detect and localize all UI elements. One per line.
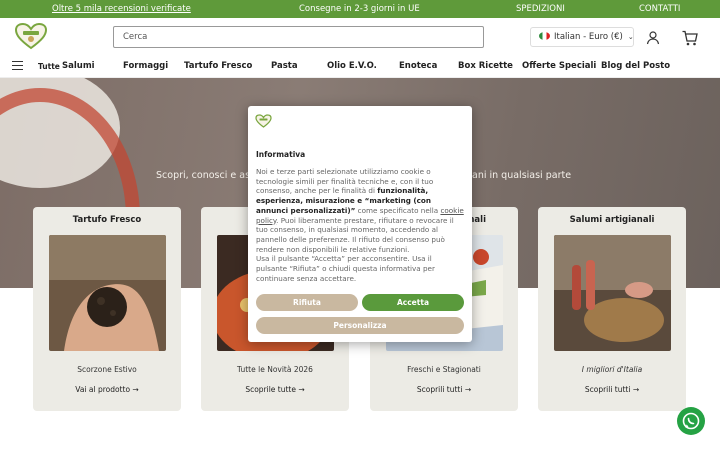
italy-flag-icon (539, 32, 550, 40)
arrow-right-icon: → (464, 385, 472, 394)
nav-item-blog[interactable]: Blog del Posto (601, 61, 670, 71)
language-label: Italian - Euro (€) (554, 32, 623, 42)
nav-item-box-ricette[interactable]: Box Ricette (458, 61, 513, 71)
modal-body: Noi e terze parti selezionate utilizziam… (256, 167, 464, 283)
modal-title: Informativa (256, 150, 306, 159)
nav-item-olio[interactable]: Olio E.V.O. (327, 61, 377, 71)
logo-heart-icon (255, 113, 272, 129)
hero-tagline-start: Scopri, conosci e ass (156, 170, 255, 181)
main-nav: Tutte Salumi Formaggi Tartufo Fresco Pas… (0, 56, 720, 78)
top-bar: Oltre 5 mila recensioni verificate Conse… (0, 0, 720, 18)
delivery-info: Consegne in 2-3 giorni in UE (299, 4, 420, 14)
arrow-right-icon: → (632, 385, 640, 394)
search-input[interactable]: Cerca (113, 26, 484, 48)
category-card-salumi[interactable]: Salumi artigianali I migliori d'Italia S… (538, 207, 686, 411)
user-icon[interactable] (645, 30, 661, 46)
card-subtitle: I migliori d'Italia (581, 365, 643, 374)
reviews-link[interactable]: Oltre 5 mila recensioni verificate (52, 4, 191, 14)
hamburger-icon[interactable] (12, 61, 23, 71)
reject-button[interactable]: Rifiuta (256, 294, 358, 311)
nav-item-pasta[interactable]: Pasta (271, 61, 298, 71)
nav-item-tartufo[interactable]: Tartufo Fresco (184, 61, 252, 71)
cart-icon[interactable] (681, 29, 699, 47)
cookie-consent-modal: Informativa Noi e terze parti selezionat… (248, 106, 472, 342)
card-link[interactable]: Scoprile tutte → (201, 385, 349, 394)
nav-item-offerte[interactable]: Offerte Speciali (522, 61, 596, 71)
card-image (554, 235, 671, 351)
whatsapp-icon[interactable] (677, 407, 705, 435)
card-title: Tartufo Fresco (72, 215, 142, 225)
card-link[interactable]: Vai al prodotto → (33, 385, 181, 394)
nav-item-formaggi[interactable]: Formaggi (123, 61, 168, 71)
card-link[interactable]: Scoprili tutti → (370, 385, 518, 394)
nav-item-enoteca[interactable]: Enoteca (399, 61, 437, 71)
language-currency-selector[interactable]: Italian - Euro (€) ⌄ (530, 27, 634, 47)
hero-tagline-end: ani in qualsiasi parte (472, 170, 572, 181)
logo-heart-icon[interactable] (14, 22, 48, 50)
arrow-right-icon: → (298, 385, 305, 394)
nav-all[interactable]: Tutte (38, 62, 60, 71)
arrow-right-icon: → (132, 385, 139, 394)
card-link[interactable]: Scoprili tutti → (538, 385, 686, 394)
card-title: Salumi artigianali (569, 215, 655, 225)
accept-button[interactable]: Accetta (362, 294, 464, 311)
customize-button[interactable]: Personalizza (256, 317, 464, 334)
card-image (49, 235, 166, 351)
category-card-tartufo[interactable]: Tartufo Fresco Scorzone Estivo Vai al pr… (33, 207, 181, 411)
header: Cerca Italian - Euro (€) ⌄ (0, 18, 720, 56)
card-subtitle: Tutte le Novità 2026 (237, 365, 313, 374)
contact-link[interactable]: CONTATTI (639, 4, 680, 14)
chevron-down-icon: ⌄ (627, 33, 634, 41)
shipping-link[interactable]: SPEDIZIONI (516, 4, 565, 14)
nav-item-salumi[interactable]: Salumi (62, 61, 95, 71)
card-subtitle: Freschi e Stagionati (407, 365, 481, 374)
card-subtitle: Scorzone Estivo (77, 365, 137, 374)
